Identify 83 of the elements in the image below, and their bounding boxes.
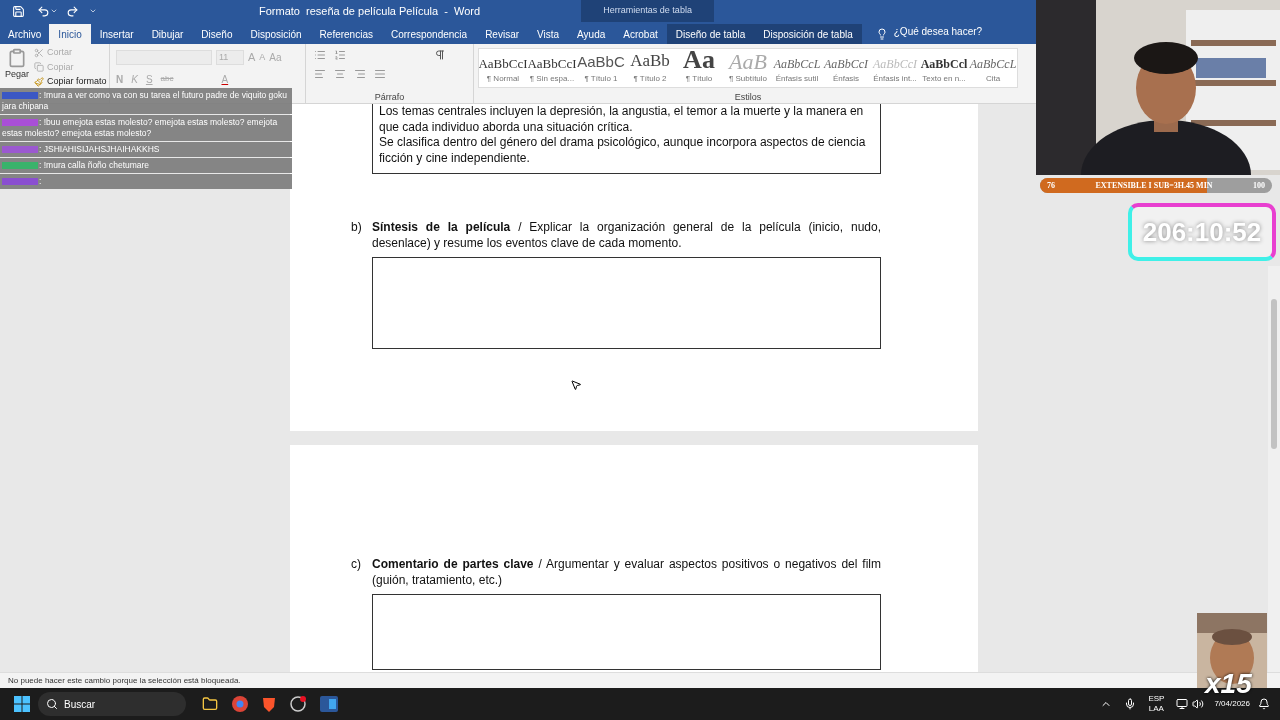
region-indicator[interactable]: LAA [1148,704,1164,714]
style-gallery-item[interactable]: AaBbCcI Énfasis [822,49,870,87]
chat-message: : JSHIAHISIJAHSJHAIHAKKHS [0,142,292,157]
customize-icon[interactable] [89,7,97,15]
pilcrow-icon[interactable] [434,49,446,61]
ribbon-tab[interactable]: Vista [528,24,569,44]
clipboard-icon [7,48,27,68]
folder-icon[interactable] [202,696,218,712]
section-heading: Síntesis de la película / Explicar la organización general de la película (inicio, nudo, desenlace) y resume los eventos clave de cada momento. [372,220,881,251]
style-gallery-item[interactable]: AaBbCcl Texto en n... [920,49,968,87]
save-icon[interactable] [12,4,25,18]
section-heading: Comentario de partes clave / Argumentar y evaluar aspectos positivos o negativos del film (guión, tratamiento, etc.) [372,557,881,588]
answer-box[interactable] [372,594,881,670]
ribbon-tab[interactable]: Diseño de tabla [666,24,755,44]
style-gallery-item[interactable]: AaBbCcI ¶ Normal [479,49,527,87]
ribbon-tab[interactable]: Disposición de tabla [754,24,862,44]
redo-icon[interactable] [66,4,79,18]
answer-text: Se clasifica dentro del género del drama psicológico, aunque incorpora aspectos de ciencia ficción y cine independiente. [379,135,867,166]
ribbon-tab[interactable]: Acrobat [614,24,667,44]
answer-box[interactable] [372,257,881,349]
ribbon-tab[interactable]: Inicio [49,24,91,44]
ribbon-tab[interactable]: Dibujar [142,24,193,44]
lightbulb-icon [875,28,888,40]
align-left-icon[interactable] [314,68,326,80]
ribbon-tab[interactable]: Disposición [241,24,311,44]
undo-icon[interactable] [37,4,50,18]
window-title: Formato reseña de película Película - Word [259,3,481,19]
style-gallery-item[interactable]: AaBbCcI ¶ Sin espa... [528,49,576,87]
paste-button[interactable]: Pegar [0,44,34,91]
date-text: 7/04/2026 [1214,698,1250,710]
goal-start: 76 [1047,179,1055,192]
ribbon-tab[interactable]: Ayuda [568,24,615,44]
group-label: Estilos [733,91,763,103]
chat-message: : [0,174,292,189]
microphone-icon[interactable] [1124,698,1137,710]
answer-box[interactable] [372,104,881,174]
chat-message: : !buu emejota estas molesto? emejota estas molesto? emejota estas molesto? emejota estas molesto? [0,115,292,141]
style-gallery-item[interactable]: AaBbCcI Énfasis int... [871,49,919,87]
style-gallery-item[interactable]: Aa ¶ Título [675,49,723,87]
style-gallery-item[interactable]: AaB ¶ Subtítulo [724,49,772,87]
item-letter: b) [351,220,363,236]
notification-icon[interactable] [1258,698,1270,710]
app-icon[interactable] [290,696,306,712]
timer-text: 206:10:52 [1142,219,1262,245]
ribbon-tab[interactable]: Revisar [476,24,529,44]
tell-me-field[interactable]: ¿Qué desea hacer? [893,24,983,39]
ribbon-tab[interactable]: Insertar [90,24,143,44]
network-icon[interactable] [1176,698,1189,710]
browser-icon[interactable] [232,696,248,712]
ribbon-tab[interactable]: Archivo [0,24,50,44]
ribbon-tab[interactable]: Referencias [310,24,382,44]
scrollbar[interactable] [1268,266,1280,672]
align-center-icon[interactable] [334,68,346,80]
bullets-icon[interactable] [314,49,326,61]
mouse-cursor-icon [570,379,582,391]
contextual-title: Herramientas de tabla [581,0,715,22]
copy-icon [34,62,44,73]
group-label: Párrafo [373,91,406,103]
search-icon [46,698,58,710]
search-field[interactable]: Buscar [38,692,186,716]
item-letter: c) [351,557,362,573]
ribbon-tab[interactable]: Diseño [192,24,242,44]
style-gallery-item[interactable]: AaBbCcL Cita [969,49,1017,87]
paintbrush-icon [34,76,44,87]
volume-icon[interactable] [1192,698,1205,710]
justify-icon[interactable] [374,68,386,80]
format-painter-button[interactable]: Copiar formato [34,75,107,89]
status-message: No puede hacer este cambio porque la selección está bloqueada. [8,674,241,687]
style-gallery-item[interactable]: AaBbC ¶ Título 1 [577,49,625,87]
caret-icon[interactable] [50,7,58,15]
ribbon-tab[interactable]: Correspondencia [381,24,477,44]
chat-message: : !mura calla ñoño chetumare [0,158,292,173]
scissors-icon [34,47,44,58]
language-indicator[interactable]: ESP [1148,694,1165,704]
answer-text: Los temas centrales incluyen la depresión, la angustia, el temor a la muerte y la manera en que cada individuo aborda una situación crítica. [379,104,865,135]
style-gallery-item[interactable]: AaBbCcL Énfasis sutil [773,49,821,87]
word-icon[interactable] [320,696,338,712]
goal-end: 100 [1253,179,1265,192]
align-right-icon[interactable] [354,68,366,80]
style-gallery-item[interactable]: AaBb ¶ Título 2 [626,49,674,87]
numbering-icon[interactable] [334,49,346,61]
start-icon[interactable] [14,696,30,712]
chat-message: : !mura a ver como va con su tarea el futuro padre de viquito goku jara chipana [0,88,292,114]
